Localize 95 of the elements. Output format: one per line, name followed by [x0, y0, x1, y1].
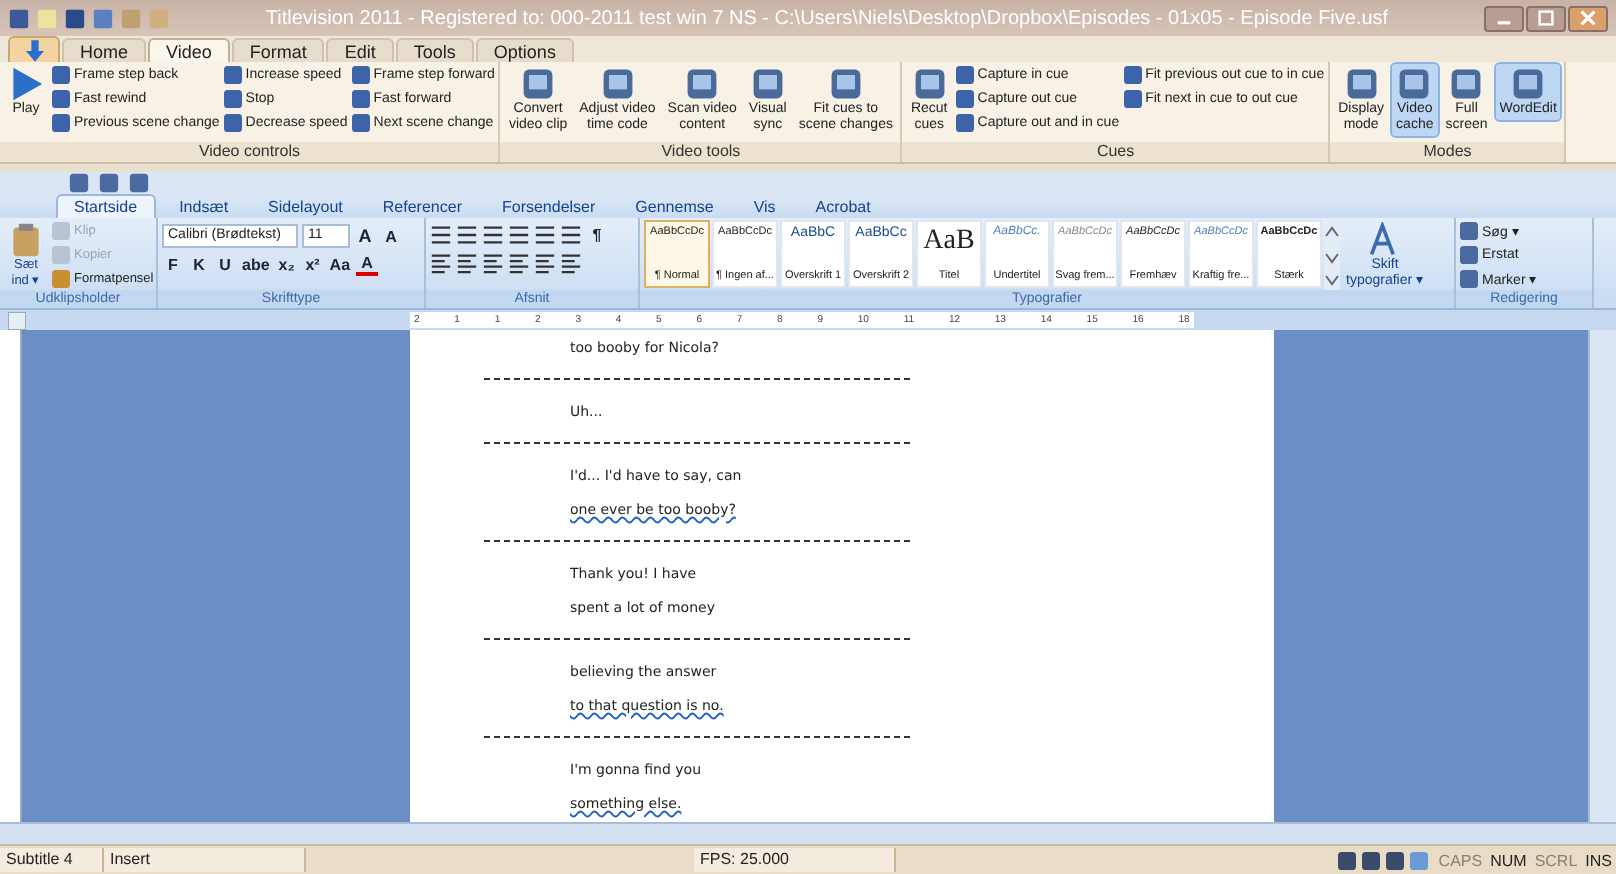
key-indicator: NUM	[1488, 851, 1529, 869]
square-icon	[52, 222, 70, 240]
ribbon-tab[interactable]: Edit	[326, 38, 394, 62]
list-icon[interactable]	[508, 224, 530, 246]
group-label: Modes	[1330, 142, 1565, 162]
window-title: Titlevision 2011 - Registered to: 000-2011 test win 7 NS - C:\Users\Niels\Desktop\Dropbox\Episodes - 01x05 - Episode Five.usf	[263, 7, 1391, 29]
ribbon-tab[interactable]: Referencer	[366, 194, 478, 218]
list-icon[interactable]	[456, 224, 478, 246]
toolbar-icon[interactable]	[68, 172, 90, 194]
square-icon	[1123, 66, 1142, 84]
square-icon	[52, 246, 70, 264]
align-icon[interactable]	[482, 252, 504, 274]
close-button[interactable]	[1568, 5, 1608, 31]
key-indicator: CAPS	[1436, 851, 1485, 869]
horizontal-scrollbar[interactable]	[0, 822, 1616, 844]
square-icon	[1396, 66, 1433, 102]
square-icon	[351, 66, 370, 84]
status-text: Insert	[104, 848, 306, 872]
square-icon	[1123, 90, 1142, 108]
ribbon-tab[interactable]: Tools	[395, 38, 474, 62]
maximize-icon	[1538, 10, 1554, 26]
square-icon	[52, 270, 70, 288]
scroll-arrows-icon[interactable]	[1324, 220, 1340, 290]
down-arrow-icon	[25, 39, 43, 61]
align-icon[interactable]	[560, 252, 582, 274]
ribbon-tab[interactable]: Home	[62, 38, 147, 62]
square-icon	[1510, 66, 1547, 102]
square-icon	[684, 66, 721, 102]
align-icon[interactable]	[508, 252, 530, 274]
group-label: Video controls	[0, 142, 499, 162]
square-icon	[1343, 66, 1380, 102]
ribbon-tab[interactable]: Startside	[56, 194, 156, 218]
grow-font-button[interactable]: A	[354, 225, 376, 247]
square-icon	[351, 90, 370, 108]
ribbon-tab[interactable]: Indsæt	[163, 194, 245, 218]
ribbon-tab[interactable]: Forsendelser	[485, 194, 612, 218]
pilcrow-button[interactable]: ¶	[586, 224, 608, 246]
square-icon	[223, 90, 242, 108]
square-icon	[52, 90, 70, 108]
square-icon	[520, 66, 557, 102]
square-icon	[1460, 270, 1478, 288]
square-icon	[223, 66, 242, 84]
square-icon	[955, 90, 974, 108]
toolbar-icon[interactable]	[64, 7, 86, 29]
group-label: Cues	[902, 142, 1329, 162]
list-icon[interactable]	[560, 224, 582, 246]
square-icon	[1460, 222, 1478, 240]
list-icon[interactable]	[534, 224, 556, 246]
toolbar-icon[interactable]	[8, 7, 30, 29]
align-icon[interactable]	[534, 252, 556, 274]
square-icon	[827, 66, 864, 102]
square-icon	[223, 114, 242, 132]
close-icon	[1580, 10, 1596, 26]
square-icon	[52, 114, 70, 132]
toolbar-icon[interactable]	[128, 172, 150, 194]
format-button[interactable]: x²	[301, 254, 324, 276]
group-label: Video tools	[500, 142, 901, 162]
format-button[interactable]: K	[188, 254, 210, 276]
key-indicator: INS	[1583, 851, 1614, 869]
square-icon	[1460, 246, 1478, 264]
key-indicator: SCRL	[1532, 851, 1580, 869]
clipboard-icon	[8, 222, 44, 258]
square-icon	[599, 66, 636, 102]
format-button[interactable]: abe	[240, 254, 272, 276]
minimize-button[interactable]	[1484, 5, 1524, 31]
square-icon	[749, 66, 786, 102]
square-icon	[351, 114, 370, 132]
square-icon	[955, 114, 974, 132]
format-button[interactable]: Aa	[327, 254, 353, 276]
ribbon-tab[interactable]: Format	[231, 38, 325, 62]
play-icon	[8, 66, 44, 102]
ribbon-tab[interactable]: Acrobat	[799, 194, 887, 218]
format-button[interactable]: U	[214, 254, 236, 276]
format-button[interactable]: F	[162, 254, 184, 276]
ribbon-tab[interactable]: Vis	[737, 194, 792, 218]
ribbon-tab[interactable]: Options	[475, 38, 574, 62]
square-icon	[52, 66, 70, 84]
application-menu-button[interactable]	[8, 36, 60, 62]
align-icon[interactable]	[430, 252, 452, 274]
list-icon[interactable]	[430, 224, 452, 246]
status-text: FPS: 25.000	[694, 848, 896, 872]
align-icon[interactable]	[456, 252, 478, 274]
toolbar-icon[interactable]	[98, 172, 120, 194]
shrink-font-button[interactable]: A	[380, 225, 402, 247]
ribbon-tab[interactable]: Gennemse	[619, 194, 730, 218]
ribbon-tab[interactable]: Sidelayout	[252, 194, 359, 218]
square-icon	[1448, 66, 1485, 102]
status-text: Subtitle 4	[0, 848, 104, 872]
square-icon	[911, 66, 948, 102]
ribbon-tab[interactable]: Video	[148, 38, 230, 62]
maximize-button[interactable]	[1526, 5, 1566, 31]
format-button[interactable]: x₂	[275, 254, 298, 276]
font-color-button[interactable]: A	[356, 254, 379, 276]
square-icon	[955, 66, 974, 84]
list-icon[interactable]	[482, 224, 504, 246]
